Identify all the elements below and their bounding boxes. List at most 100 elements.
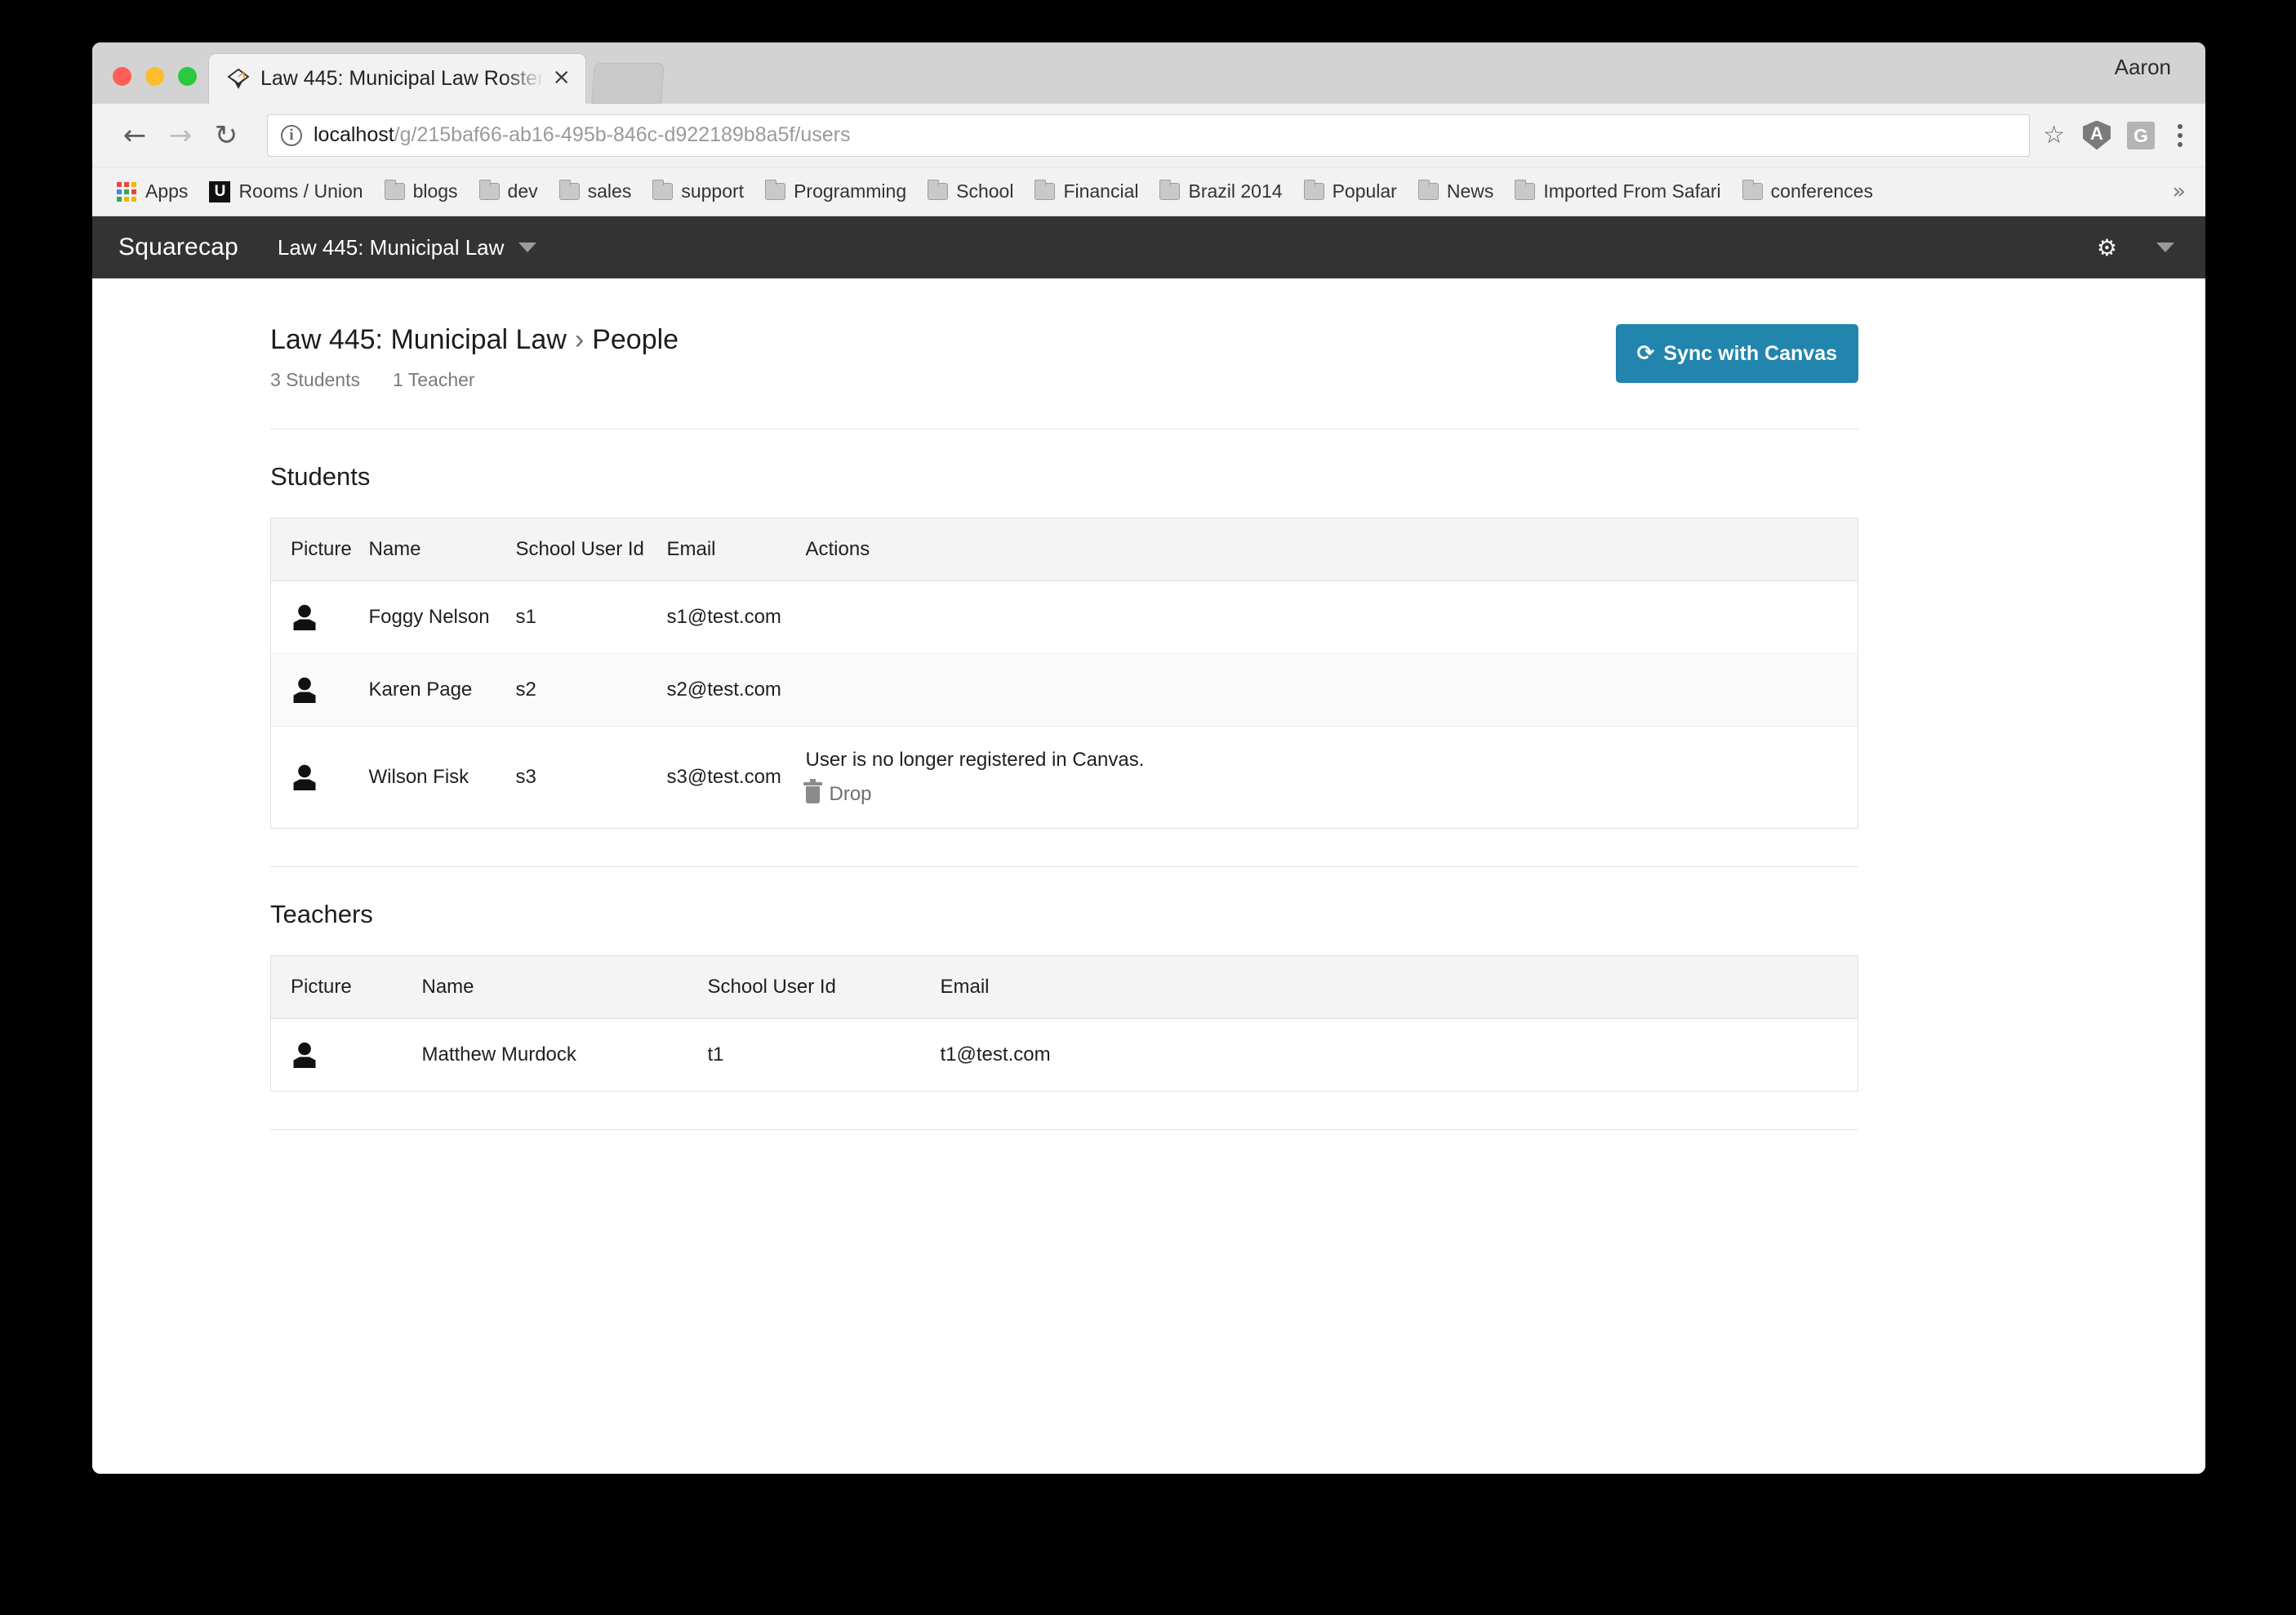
bookmarks-bar: Apps U Rooms / Union blogs dev sales sup…: [92, 167, 2205, 216]
back-icon[interactable]: ←: [112, 113, 158, 158]
folder-icon: [479, 183, 500, 200]
cell-name: Wilson Fisk: [369, 727, 516, 829]
sync-with-canvas-button[interactable]: ⟳ Sync with Canvas: [1616, 324, 1858, 383]
column-header-name: Name: [422, 956, 708, 1019]
bookmark-conferences[interactable]: conferences: [1742, 180, 1873, 202]
cell-actions: User is no longer registered in Canvas. …: [806, 727, 1858, 829]
column-header-email: Email: [667, 518, 806, 581]
bookmark-popular[interactable]: Popular: [1304, 180, 1397, 202]
bookmark-label: support: [681, 180, 744, 202]
person-avatar-icon: [291, 1041, 318, 1069]
angular-extension-icon[interactable]: A: [2083, 121, 2111, 150]
cell-actions: [806, 581, 1858, 654]
profile-name[interactable]: Aaron: [2115, 55, 2171, 80]
students-section-title: Students: [270, 462, 1858, 492]
bookmark-news[interactable]: News: [1418, 180, 1494, 202]
page-content: Law 445: Municipal Law›People 3 Students…: [92, 278, 2205, 1474]
student-count: 3 Students: [270, 369, 360, 391]
course-selector[interactable]: Law 445: Municipal Law: [278, 235, 537, 260]
folder-icon: [1035, 183, 1055, 200]
browser-tab[interactable]: Law 445: Municipal Law Roster ×: [208, 53, 586, 104]
address-bar[interactable]: i localhost/g/215baf66-ab16-495b-846c-d9…: [267, 114, 2030, 157]
url-host: localhost: [314, 123, 394, 146]
bookmark-label: dev: [508, 180, 538, 202]
cell-school-user-id: s1: [516, 581, 667, 654]
canvas-status-message: User is no longer registered in Canvas.: [806, 749, 1858, 772]
u-badge-icon: U: [209, 181, 230, 202]
folder-icon: [559, 183, 580, 200]
table-row: Wilson Fisk s3 s3@test.com User is no lo…: [271, 727, 1858, 829]
cell-actions: [806, 654, 1858, 727]
bookmark-programming[interactable]: Programming: [765, 180, 906, 202]
bookmark-rooms-union[interactable]: U Rooms / Union: [209, 180, 363, 202]
cell-picture: [271, 727, 369, 829]
column-header-school-user-id: School User Id: [708, 956, 941, 1019]
bookmark-apps[interactable]: Apps: [117, 180, 188, 202]
sync-button-label: Sync with Canvas: [1663, 342, 1837, 366]
bookmark-sales[interactable]: sales: [559, 180, 632, 202]
refresh-icon: ⟳: [1637, 341, 1655, 366]
g-extension-icon[interactable]: G: [2127, 122, 2155, 149]
url-path: /g/215baf66-ab16-495b-846c-d922189b8a5f/…: [394, 123, 851, 146]
apps-grid-icon: [117, 182, 136, 202]
folder-icon: [1304, 183, 1324, 200]
column-header-email: Email: [941, 956, 1858, 1019]
column-header-picture: Picture: [271, 518, 369, 581]
page-header: Law 445: Municipal Law›People 3 Students…: [270, 324, 1858, 391]
gear-icon[interactable]: ⚙: [2097, 234, 2117, 261]
bookmark-support[interactable]: support: [652, 180, 744, 202]
bookmark-school[interactable]: School: [928, 180, 1013, 202]
folder-icon: [765, 183, 785, 200]
folder-icon: [1515, 183, 1535, 200]
forward-icon[interactable]: →: [158, 113, 203, 158]
bookmark-brazil-2014[interactable]: Brazil 2014: [1159, 180, 1282, 202]
chrome-menu-icon[interactable]: [2173, 121, 2187, 150]
cell-name: Karen Page: [369, 654, 516, 727]
roster-counts: 3 Students 1 Teacher: [270, 369, 679, 391]
trash-icon: [806, 786, 820, 803]
bookmark-label: School: [956, 180, 1013, 202]
bookmark-label: Brazil 2014: [1188, 180, 1282, 202]
minimize-window-button[interactable]: [145, 67, 164, 86]
folder-icon: [652, 183, 673, 200]
close-icon[interactable]: ×: [544, 66, 576, 91]
chevron-down-icon: [518, 242, 536, 252]
url-text: localhost/g/215baf66-ab16-495b-846c-d922…: [314, 123, 850, 147]
bookmark-label: Financial: [1063, 180, 1138, 202]
cell-name: Matthew Murdock: [422, 1019, 708, 1092]
page-header-text: Law 445: Municipal Law›People 3 Students…: [270, 324, 679, 391]
column-header-picture: Picture: [271, 956, 422, 1019]
divider: [270, 1129, 1858, 1130]
bookmark-imported-from-safari[interactable]: Imported From Safari: [1515, 180, 1720, 202]
drop-student-button[interactable]: Drop: [806, 783, 1858, 806]
cell-school-user-id: t1: [708, 1019, 941, 1092]
bookmarks-overflow-icon[interactable]: »: [2172, 179, 2186, 204]
new-tab-button[interactable]: [591, 63, 664, 104]
browser-toolbar: ← → ↻ i localhost/g/215baf66-ab16-495b-8…: [92, 104, 2205, 167]
breadcrumb-course[interactable]: Law 445: Municipal Law: [270, 324, 567, 355]
chevron-down-icon[interactable]: [2156, 242, 2174, 252]
bookmark-blogs[interactable]: blogs: [385, 180, 458, 202]
students-table: Picture Name School User Id Email Action…: [270, 518, 1858, 829]
teachers-section-title: Teachers: [270, 900, 1858, 929]
brand-logo[interactable]: Squarecap: [118, 234, 238, 261]
teachers-table: Picture Name School User Id Email: [270, 955, 1858, 1092]
breadcrumb: Law 445: Municipal Law›People: [270, 324, 679, 356]
table-row: Karen Page s2 s2@test.com: [271, 654, 1858, 727]
cell-picture: [271, 654, 369, 727]
bookmark-label: News: [1447, 180, 1494, 202]
reload-icon[interactable]: ↻: [203, 113, 249, 158]
bookmark-financial[interactable]: Financial: [1035, 180, 1138, 202]
folder-icon: [1159, 183, 1180, 200]
window-controls: [92, 67, 197, 104]
site-info-icon[interactable]: i: [281, 125, 302, 146]
divider: [270, 866, 1858, 867]
app-navbar-right: ⚙: [2097, 234, 2174, 261]
bookmark-star-icon[interactable]: ☆: [2043, 121, 2065, 149]
column-header-name: Name: [369, 518, 516, 581]
close-window-button[interactable]: [113, 67, 131, 86]
bookmark-dev[interactable]: dev: [479, 180, 538, 202]
bookmark-label: Programming: [794, 180, 906, 202]
maximize-window-button[interactable]: [178, 67, 197, 86]
cell-picture: [271, 581, 369, 654]
